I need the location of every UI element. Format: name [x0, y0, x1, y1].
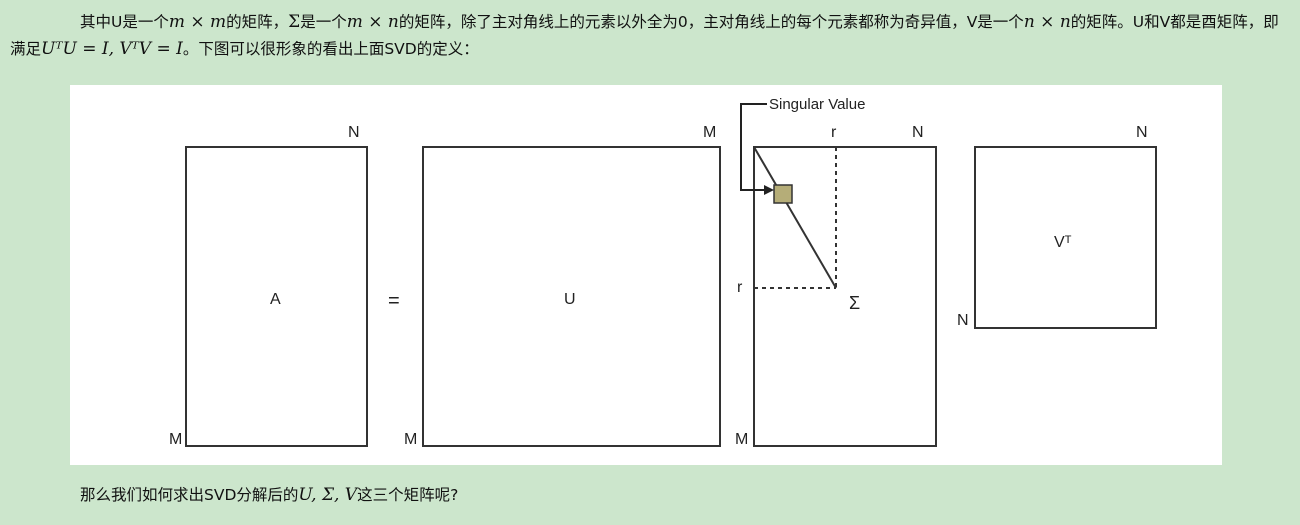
matrix-sigma-bottom-left-label: M [735, 431, 748, 448]
matrix-sigma-label: Σ [849, 293, 860, 313]
sigma-side-rank-label: r [737, 279, 743, 296]
matrix-vt-bottom-left-label: N [957, 312, 969, 329]
text: 那么我们如何求出SVD分解后的 [80, 486, 299, 504]
svd-figure: Singular Value N A M = M U M r N r Σ M N… [70, 85, 1222, 465]
svd-diagram: Singular Value N A M = M U M r N r Σ M N… [169, 96, 1157, 448]
math-m-by-n: m × n [346, 12, 399, 32]
sigma-top-rank-label: r [831, 124, 837, 141]
math-unitary-condition: UᵀU = I, VᵀV = I [41, 39, 183, 59]
arrow-head-icon [764, 185, 774, 195]
text: 。下图可以很形象的看出上面SVD的定义： [182, 40, 479, 58]
matrix-u-bottom-left-label: M [404, 431, 417, 448]
paragraph-svd-question: 那么我们如何求出SVD分解后的U, Σ, V这三个矩阵呢? [80, 482, 1280, 509]
text: 是一个 [300, 13, 347, 31]
matrix-vt-top-right-label: N [1136, 124, 1148, 141]
text: 的矩阵， [226, 13, 289, 31]
math-sigma: Σ [288, 12, 301, 32]
paragraph-svd-definition: 其中U是一个m × m的矩阵，Σ是一个m × n的矩阵，除了主对角线上的元素以外… [10, 9, 1290, 63]
text: 其中U是一个 [80, 13, 169, 31]
math-m-by-m: m × m [168, 12, 227, 32]
singular-value-box [773, 184, 793, 204]
matrix-a-bottom-left-label: M [169, 431, 182, 448]
matrix-vt-label: Vᵀ [1054, 234, 1072, 251]
matrix-a-label: A [270, 291, 281, 308]
math-n-by-n: n × n [1023, 12, 1071, 32]
matrix-a-top-right-label: N [348, 124, 360, 141]
matrix-u-label: U [564, 291, 576, 308]
math-u-sigma-v: U, Σ, V [298, 485, 358, 505]
matrix-u-top-right-label: M [703, 124, 716, 141]
matrix-sigma-top-right-label: N [912, 124, 924, 141]
text: 这三个矩阵呢? [357, 486, 459, 504]
text: 的矩阵，除了主对角线上的元素以外全为0，主对角线上的每个元素都称为奇异值，V是一… [398, 13, 1024, 31]
sigma-diagonal [753, 146, 837, 289]
singular-value-label: Singular Value [769, 96, 865, 113]
equals-sign: = [388, 290, 400, 312]
